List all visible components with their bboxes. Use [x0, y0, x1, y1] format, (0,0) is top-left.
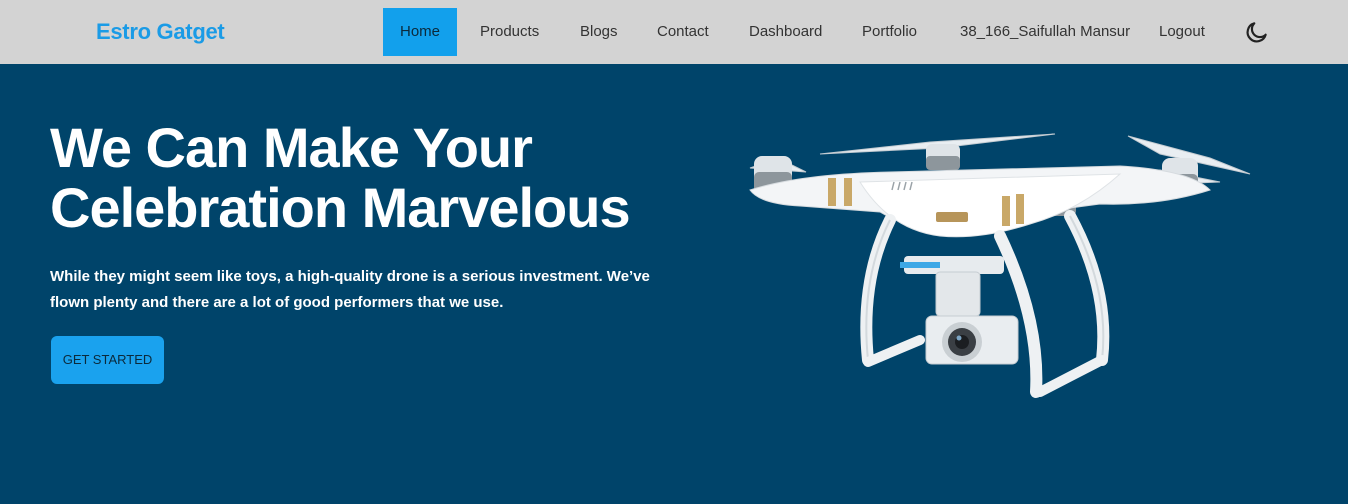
hero-title: We Can Make Your Celebration Marvelous: [50, 118, 690, 238]
brand-logo[interactable]: Estro Gatget: [96, 19, 225, 45]
hero-title-line-2: Celebration Marvelous: [50, 176, 631, 239]
hero-title-line-1: We Can Make Your: [50, 116, 533, 179]
nav-dashboard[interactable]: Dashboard: [749, 8, 822, 56]
moon-icon: [1246, 22, 1267, 43]
drone-image: [749, 133, 1251, 398]
nav-products[interactable]: Products: [480, 8, 539, 56]
navbar: Estro Gatget Home Products Blogs Contact…: [0, 0, 1348, 64]
nav-user-name[interactable]: 38_166_Saifullah Mansur: [960, 8, 1130, 56]
get-started-button[interactable]: GET STARTED: [51, 336, 164, 384]
theme-toggle-button[interactable]: [1244, 19, 1270, 45]
hero-description: While they might seem like toys, a high-…: [50, 268, 650, 311]
nav-contact[interactable]: Contact: [657, 8, 709, 56]
nav-home[interactable]: Home: [383, 8, 458, 56]
nav-blogs[interactable]: Blogs: [580, 8, 618, 56]
nav-portfolio[interactable]: Portfolio: [862, 8, 917, 56]
nav-logout[interactable]: Logout: [1159, 8, 1205, 56]
